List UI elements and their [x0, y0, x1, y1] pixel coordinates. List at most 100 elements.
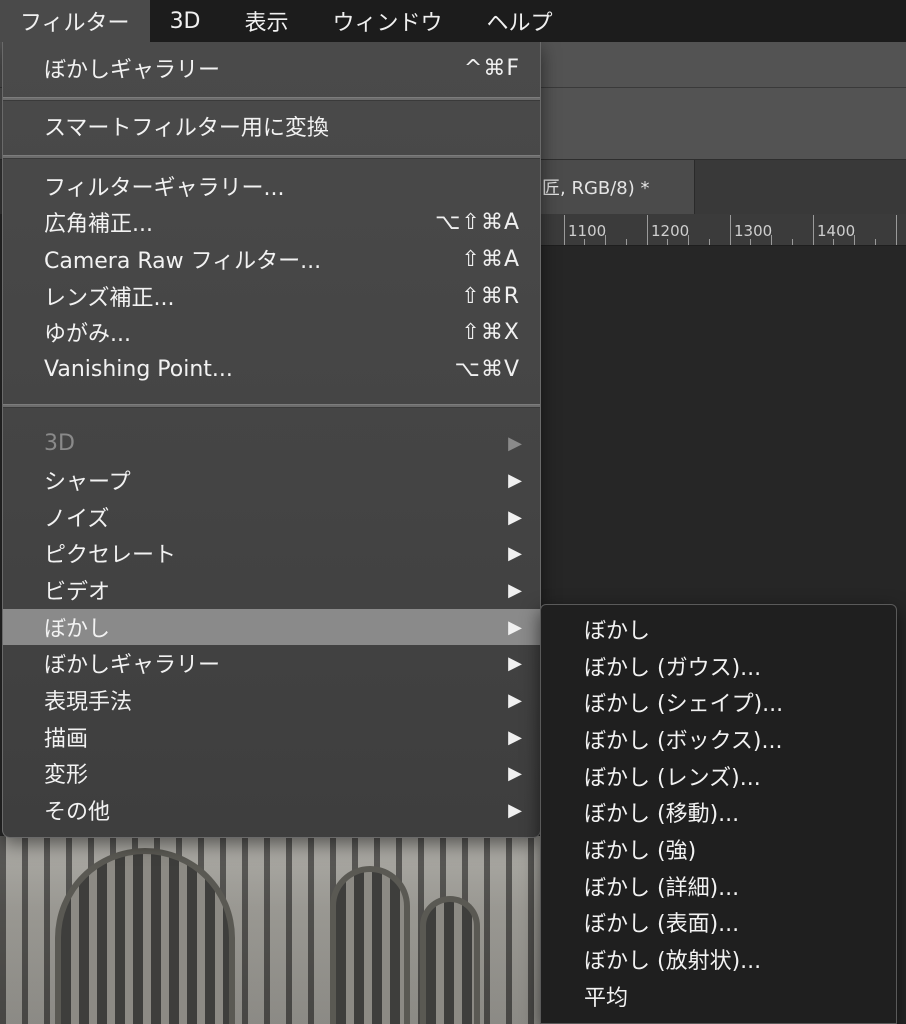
ruler-tick — [730, 215, 731, 245]
ruler-tick — [875, 239, 876, 245]
menu-item-blur-gallery[interactable]: ぼかしギャラリー ▶ — [3, 645, 540, 681]
menu-item-vanishing-point[interactable]: Vanishing Point... ⌥⌘V — [3, 351, 540, 387]
submenu-item-blur[interactable]: ぼかし — [541, 611, 896, 647]
menu-item-liquify[interactable]: ゆがみ... ⇧⌘X — [3, 314, 540, 350]
submenu-arrow-icon: ▶ — [508, 689, 522, 711]
ruler-tick — [833, 239, 834, 245]
submenu-item-surface-blur[interactable]: ぼかし (表面)... — [541, 904, 896, 940]
submenu-arrow-icon: ▶ — [508, 616, 522, 638]
menu-item-label: ノイズ — [44, 507, 110, 532]
menu-item-distort[interactable]: 変形 ▶ — [3, 755, 540, 791]
ruler-tick — [896, 215, 897, 245]
menu-separator — [3, 404, 540, 408]
menu-item-stylize[interactable]: 表現手法 ▶ — [3, 682, 540, 718]
menu-item-label: 広角補正... — [44, 212, 153, 237]
ruler-tick — [709, 239, 710, 245]
menu-item-label: その他 — [44, 800, 111, 825]
menubar-view[interactable]: 表示 — [223, 0, 311, 42]
menu-bar: フィルター 3D 表示 ウィンドウ ヘルプ — [0, 0, 906, 42]
menu-item-label: フィルターギャラリー... — [44, 176, 285, 201]
menu-item-label: 描画 — [44, 727, 89, 752]
menu-item-label: ぼかし — [44, 617, 111, 642]
ruler-tick — [647, 215, 648, 245]
ruler-label: 1300 — [734, 222, 773, 240]
horizontal-ruler: 1100 1200 1300 1400 — [540, 214, 906, 246]
menu-item-convert-smart-filter[interactable]: スマートフィルター用に変換 — [3, 108, 540, 144]
submenu-arrow-icon: ▶ — [508, 542, 522, 564]
submenu-item-average[interactable]: 平均 — [541, 978, 896, 1014]
menu-item-pixelate[interactable]: ピクセレート ▶ — [3, 535, 540, 571]
menu-item-shortcut: ⇧⌘A — [461, 246, 520, 272]
ruler-tick — [771, 235, 772, 245]
menu-item-label: ぼかしギャラリー — [44, 58, 221, 83]
menubar-3d[interactable]: 3D — [150, 0, 223, 42]
menu-item-camera-raw[interactable]: Camera Raw フィルター... ⇧⌘A — [3, 241, 540, 277]
blur-submenu: ぼかし ぼかし (ガウス)... ぼかし (シェイプ)... ぼかし (ボックス… — [540, 604, 897, 1024]
menu-separator — [3, 97, 540, 101]
menu-item-label: 3D — [44, 430, 75, 456]
menu-item-blur-gallery-repeat[interactable]: ぼかしギャラリー ^⌘F — [3, 50, 540, 86]
ruler-tick — [813, 215, 814, 245]
photo-arch-window — [330, 866, 410, 1024]
menu-item-shortcut: ^⌘F — [463, 55, 520, 81]
menu-item-label: ビデオ — [44, 580, 111, 605]
menu-item-blur[interactable]: ぼかし ▶ — [3, 609, 540, 645]
menu-item-shortcut: ⇧⌘X — [461, 319, 520, 345]
submenu-item-smart-blur[interactable]: ぼかし (詳細)... — [541, 868, 896, 904]
ruler-tick — [584, 239, 585, 245]
menubar-help[interactable]: ヘルプ — [465, 0, 575, 42]
menu-item-label: ぼかしギャラリー — [44, 653, 221, 678]
submenu-arrow-icon: ▶ — [508, 579, 522, 601]
ruler-label: 1100 — [568, 222, 607, 240]
menu-item-video[interactable]: ビデオ ▶ — [3, 572, 540, 608]
ruler-label: 1200 — [651, 222, 690, 240]
menubar-filter[interactable]: フィルター — [0, 0, 150, 42]
menu-item-label: Camera Raw フィルター... — [44, 249, 322, 274]
ruler-tick — [667, 239, 668, 245]
submenu-arrow-icon: ▶ — [508, 652, 522, 674]
ruler-label: 1400 — [817, 222, 856, 240]
document-tab[interactable]: 匠, RGB/8) * — [520, 160, 695, 214]
menu-item-adaptive-wide-angle[interactable]: 広角補正... ⌥⇧⌘A — [3, 204, 540, 240]
menubar-window[interactable]: ウィンドウ — [311, 0, 465, 42]
menu-item-3d: 3D ▶ — [3, 425, 540, 461]
submenu-item-blur-more[interactable]: ぼかし (強) — [541, 831, 896, 867]
menu-item-label: シャープ — [44, 470, 131, 495]
menu-item-label: ピクセレート — [44, 543, 177, 568]
ruler-tick — [626, 239, 627, 245]
submenu-item-shape-blur[interactable]: ぼかし (シェイプ)... — [541, 684, 896, 720]
menu-item-shortcut: ⌥⌘V — [454, 356, 520, 382]
ruler-tick — [750, 239, 751, 245]
submenu-item-lens-blur[interactable]: ぼかし (レンズ)... — [541, 758, 896, 794]
menu-item-sharpen[interactable]: シャープ ▶ — [3, 462, 540, 498]
menu-item-other[interactable]: その他 ▶ — [3, 792, 540, 828]
menu-item-label: スマートフィルター用に変換 — [44, 116, 329, 141]
photo-arch-window — [420, 896, 480, 1024]
ruler-tick — [688, 235, 689, 245]
menu-item-label: 変形 — [44, 763, 89, 788]
ruler-tick — [854, 235, 855, 245]
submenu-item-radial-blur[interactable]: ぼかし (放射状)... — [541, 941, 896, 977]
ruler-tick — [564, 215, 565, 245]
submenu-arrow-icon: ▶ — [508, 469, 522, 491]
submenu-arrow-icon: ▶ — [508, 432, 522, 454]
submenu-arrow-icon: ▶ — [508, 799, 522, 821]
menu-item-noise[interactable]: ノイズ ▶ — [3, 499, 540, 535]
menu-item-label: ゆがみ... — [44, 322, 131, 347]
ruler-tick — [605, 235, 606, 245]
menu-item-shortcut: ⌥⇧⌘A — [435, 209, 520, 235]
photo-arch-window — [55, 848, 235, 1024]
menu-item-lens-correction[interactable]: レンズ補正... ⇧⌘R — [3, 278, 540, 314]
ruler-tick — [792, 239, 793, 245]
submenu-arrow-icon: ▶ — [508, 506, 522, 528]
submenu-item-box-blur[interactable]: ぼかし (ボックス)... — [541, 721, 896, 757]
submenu-item-motion-blur[interactable]: ぼかし (移動)... — [541, 794, 896, 830]
menu-item-render[interactable]: 描画 ▶ — [3, 719, 540, 755]
submenu-arrow-icon: ▶ — [508, 762, 522, 784]
menu-item-filter-gallery[interactable]: フィルターギャラリー... — [3, 168, 540, 204]
menu-item-label: Vanishing Point... — [44, 356, 233, 382]
submenu-item-gaussian-blur[interactable]: ぼかし (ガウス)... — [541, 648, 896, 684]
filter-menu: ぼかしギャラリー ^⌘F スマートフィルター用に変換 フィルターギャラリー...… — [2, 42, 541, 838]
submenu-arrow-icon: ▶ — [508, 726, 522, 748]
menu-separator — [3, 155, 540, 159]
